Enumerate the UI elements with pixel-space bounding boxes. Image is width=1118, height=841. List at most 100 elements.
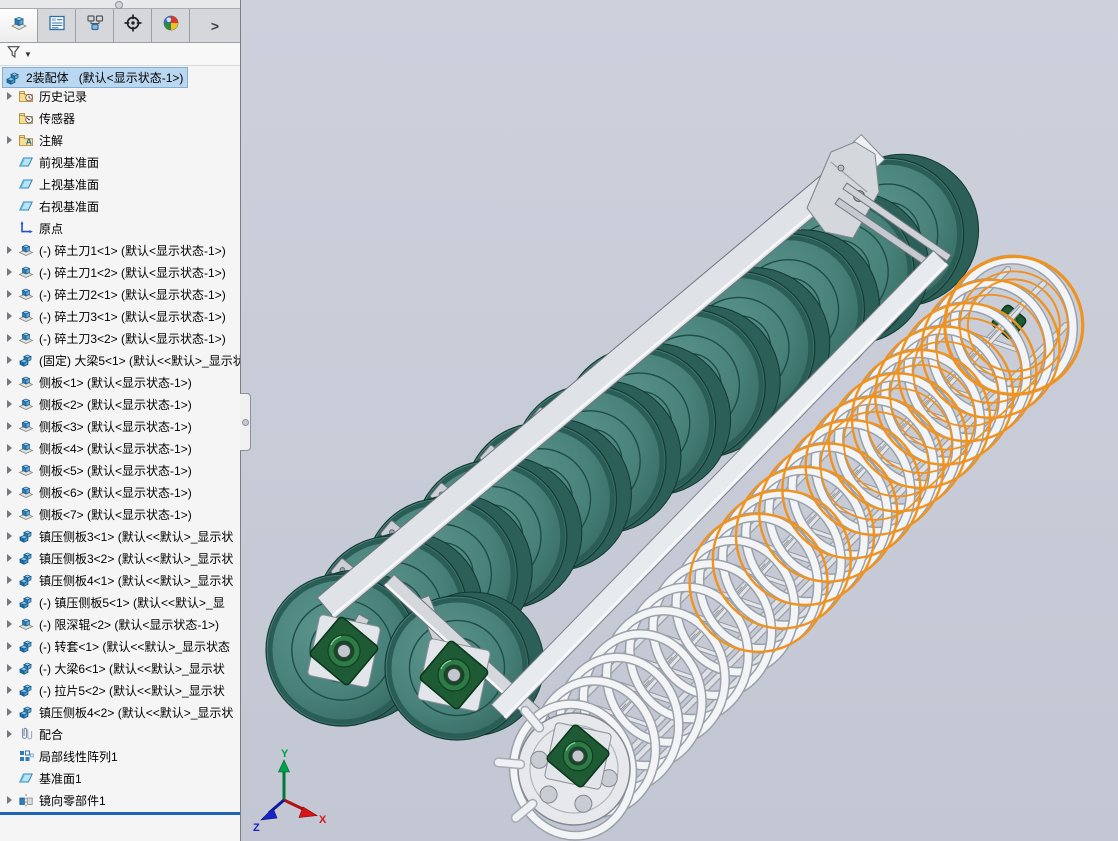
tree-item[interactable]: 基准面1 [0,767,240,789]
tree-item[interactable]: 镜向零部件1 [0,789,240,811]
expand-arrow-icon[interactable] [7,554,18,562]
tree-item-label: 右视基准面 [39,199,100,214]
tab-configurationmanager[interactable] [76,9,114,42]
tree-item[interactable]: 镇压侧板4<1> (默认<<默认>_显示状 [0,569,240,591]
tab-propertymanager[interactable] [38,9,76,42]
part-icon [18,506,36,522]
filter-dropdown-caret-icon[interactable]: ▼ [24,50,32,59]
mirror-icon [18,792,36,808]
plane-icon [18,770,36,786]
tree-item[interactable]: 配合 [0,723,240,745]
tree-item-label: 侧板<3> (默认<显示状态-1>) [39,419,192,434]
expand-arrow-icon[interactable] [7,312,18,320]
tree-item[interactable]: A 注解 [0,129,240,151]
mates-icon [18,726,36,742]
tree-item-label: (-) 碎土刀2<1> (默认<显示状态-1>) [39,287,226,302]
part-icon [18,374,36,390]
tree-item[interactable]: 镇压侧板3<1> (默认<<默认>_显示状 [0,525,240,547]
tree-item-label: 侧板<2> (默认<显示状态-1>) [39,397,192,412]
tree-item[interactable]: 侧板<3> (默认<显示状态-1>) [0,415,240,437]
tree-item[interactable]: 局部线性阵列1 [0,745,240,767]
featuremanager-tree-icon [9,13,29,38]
tree-item-label: 传感器 [39,111,76,126]
tree-item-label: 侧板<4> (默认<显示状态-1>) [39,441,192,456]
tab-dimxpertmanager[interactable] [114,9,152,42]
expand-arrow-icon[interactable] [7,708,18,716]
tree-item-label: (-) 拉片5<2> (默认<<默认>_显示状 [39,683,225,698]
tree-item[interactable]: 镇压侧板3<2> (默认<<默认>_显示状 [0,547,240,569]
panel-splitter-handle[interactable] [240,393,251,451]
tree-item-label: (-) 转套<1> (默认<<默认>_显示状态 [39,639,231,654]
expand-arrow-icon[interactable] [7,356,18,364]
expand-arrow-icon[interactable] [7,246,18,254]
expand-arrow-icon[interactable] [7,400,18,408]
tree-item[interactable]: (-) 碎土刀1<2> (默认<显示状态-1>) [0,261,240,283]
expand-arrow-icon[interactable] [7,598,18,606]
tree-item[interactable]: 镇压侧板4<2> (默认<<默认>_显示状 [0,701,240,723]
expand-arrow-icon[interactable] [7,576,18,584]
tree-item[interactable]: (-) 限深辊<2> (默认<显示状态-1>) [0,613,240,635]
tree-item[interactable]: 右视基准面 [0,195,240,217]
graphics-area[interactable]: Y X Z [241,0,1118,841]
expand-arrow-icon[interactable] [7,620,18,628]
expand-arrow-icon[interactable] [7,686,18,694]
tree-item[interactable]: (-) 碎土刀3<2> (默认<显示状态-1>) [0,327,240,349]
tree-item-label: (-) 碎土刀1<1> (默认<显示状态-1>) [39,243,226,258]
rollback-bar[interactable] [0,812,240,815]
part-icon [18,484,36,500]
assembly-icon [18,528,36,544]
expand-arrow-icon[interactable] [7,510,18,518]
tree-item[interactable]: (-) 大梁6<1> (默认<<默认>_显示状 [0,657,240,679]
tree-item[interactable]: 传感器 [0,107,240,129]
expand-arrow-icon[interactable] [7,422,18,430]
tree-item[interactable]: 侧板<1> (默认<显示状态-1>) [0,371,240,393]
tree-item[interactable]: 侧板<5> (默认<显示状态-1>) [0,459,240,481]
tree-item[interactable]: (-) 拉片5<2> (默认<<默认>_显示状 [0,679,240,701]
expand-arrow-icon[interactable] [7,642,18,650]
tree-item-label: (-) 碎土刀3<1> (默认<显示状态-1>) [39,309,226,324]
expand-arrow-icon[interactable] [7,290,18,298]
tree-item-label: 上视基准面 [39,177,100,192]
plane-icon [18,176,36,192]
filter-funnel-icon[interactable] [6,44,22,65]
tree-item[interactable]: (-) 碎土刀1<1> (默认<显示状态-1>) [0,239,240,261]
tree-item[interactable]: (固定) 大梁5<1> (默认<<默认>_显示状 [0,349,240,371]
expand-arrow-icon[interactable] [7,92,18,100]
tree-item[interactable]: (-) 镇压侧板5<1> (默认<<默认>_显 [0,591,240,613]
expand-arrow-icon[interactable] [7,136,18,144]
expand-arrow-icon[interactable] [7,268,18,276]
tab-featuremanager[interactable] [0,9,38,42]
tree-item[interactable]: (-) 碎土刀2<1> (默认<显示状态-1>) [0,283,240,305]
tree-item-label: 原点 [39,221,64,236]
tree-item[interactable]: (-) 碎土刀3<1> (默认<显示状态-1>) [0,305,240,327]
part-icon [18,286,36,302]
tab-displaymanager[interactable] [152,9,190,42]
tree-item[interactable]: 侧板<6> (默认<显示状态-1>) [0,481,240,503]
expand-arrow-icon[interactable] [7,796,18,804]
expand-arrow-icon[interactable] [7,664,18,672]
expand-arrow-icon[interactable] [7,466,18,474]
tree-item[interactable]: 原点 [0,217,240,239]
expand-arrow-icon[interactable] [7,378,18,386]
tree-item[interactable]: 侧板<2> (默认<显示状态-1>) [0,393,240,415]
tree-item[interactable]: 侧板<4> (默认<显示状态-1>) [0,437,240,459]
annotations-folder-icon: A [18,132,36,148]
tree-item[interactable]: 上视基准面 [0,173,240,195]
tree-item[interactable]: 侧板<7> (默认<显示状态-1>) [0,503,240,525]
expand-arrow-icon[interactable] [7,488,18,496]
part-icon [18,418,36,434]
tree-item-label: 镜向零部件1 [39,793,106,808]
3d-viewport[interactable]: Y X Z [241,0,1118,841]
tree-item[interactable]: (-) 转套<1> (默认<<默认>_显示状态 [0,635,240,657]
tab-overflow-chevron[interactable]: > [190,9,240,42]
expand-arrow-icon[interactable] [7,444,18,452]
assembly-icon [18,660,36,676]
triad-x-label: X [319,814,327,826]
expand-arrow-icon[interactable] [7,334,18,342]
triad-y-label: Y [281,748,289,760]
panel-collapse-handle[interactable] [115,1,123,9]
expand-arrow-icon[interactable] [7,532,18,540]
tree-item[interactable]: 前视基准面 [0,151,240,173]
tree-item[interactable]: 历史记录 [0,85,240,107]
expand-arrow-icon[interactable] [7,730,18,738]
